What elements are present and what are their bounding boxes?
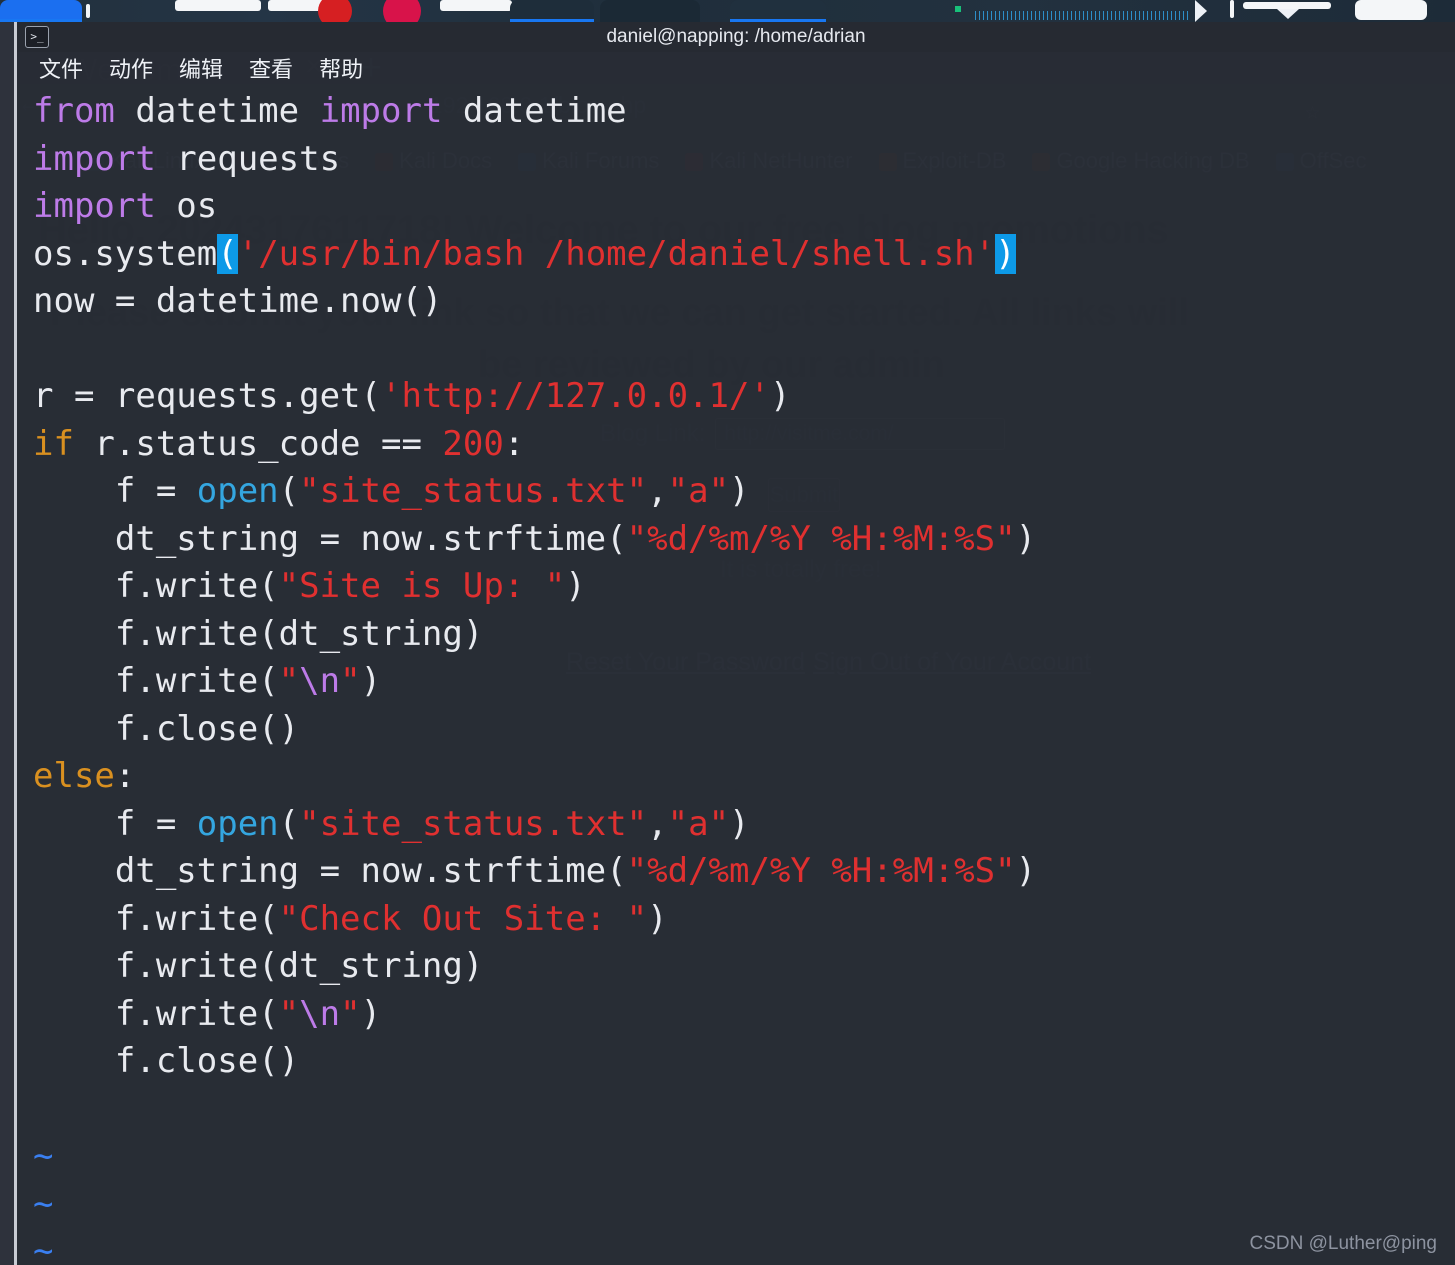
vim-code-line: r = requests.get('http://127.0.0.1/')	[33, 376, 791, 416]
vim-code-line: os.system('/usr/bin/bash /home/daniel/sh…	[33, 233, 1016, 274]
screenshot-root: Welcome × + ← → ↻ ⌂ ⚬ ☉ 192.168.0.1/blog…	[0, 0, 1455, 1265]
vim-code-line: from datetime import datetime	[33, 91, 627, 131]
chevron-down-icon	[1277, 9, 1299, 19]
tab-thumb-6	[1355, 0, 1427, 20]
menu-edit[interactable]: 编辑	[179, 52, 223, 84]
vim-code-line: f = open("site_status.txt","a")	[33, 803, 750, 844]
vim-code-line: f.close()	[33, 1041, 300, 1081]
tab-chip-2	[510, 0, 594, 22]
vim-editor-buffer[interactable]: from datetime import datetime import requ…	[17, 84, 1455, 1265]
terminal-window[interactable]: >_ daniel@napping: /home/adrian 文件 动作 编辑…	[14, 22, 1455, 1265]
vim-code-line: f.write("\n")	[33, 993, 382, 1034]
vim-empty-line-marker: ~	[33, 1183, 54, 1224]
menu-view[interactable]: 查看	[249, 52, 293, 84]
vim-code-line: f.write(dt_string)	[33, 613, 484, 654]
matching-paren-highlight: (	[217, 233, 238, 274]
vim-code-line: else:	[33, 756, 136, 796]
vim-code-line: dt_string = now.strftime("%d/%m/%Y %H:%M…	[33, 518, 1037, 559]
vim-empty-line-marker: ~	[33, 1231, 54, 1265]
vim-code-line: f.write(dt_string)	[33, 946, 484, 986]
vim-code-line	[33, 326, 1455, 374]
tab-divider	[1230, 0, 1234, 18]
terminal-menu-bar[interactable]: 文件 动作 编辑 查看 帮助	[17, 52, 1455, 84]
vim-code-line	[33, 1086, 1455, 1134]
tab-dot-pink	[383, 0, 421, 22]
watermark: CSDN @Luther@ping	[1249, 1233, 1438, 1254]
audio-spectrum	[975, 11, 1190, 20]
tab-thumb-5	[1243, 2, 1331, 9]
menu-file[interactable]: 文件	[39, 52, 83, 84]
tab-chip-3	[600, 0, 700, 22]
matching-paren-highlight: )	[995, 233, 1016, 274]
vim-empty-line-marker: ~	[33, 1136, 54, 1176]
tab-chip-4	[730, 0, 826, 22]
browser-tab-strip	[0, 0, 1455, 22]
vim-code-line: f.write("Check Out Site: ")	[33, 898, 668, 939]
vim-code-line: import requests	[33, 138, 341, 179]
menu-help[interactable]: 帮助	[319, 52, 363, 84]
tab-thumb-1	[175, 0, 261, 11]
vim-code-line: if r.status_code == 200:	[33, 423, 525, 464]
tab-dot-red	[318, 0, 352, 22]
tab-chip-active	[0, 0, 82, 22]
vim-code-line: f.write("\n")	[33, 661, 382, 701]
vim-code-line: f.write("Site is Up: ")	[33, 566, 586, 606]
play-triangle-icon	[1195, 0, 1207, 22]
tab-thumb-3	[440, 0, 512, 11]
terminal-title-bar: >_ daniel@napping: /home/adrian	[17, 22, 1455, 52]
vim-code-line: f.close()	[33, 708, 300, 749]
terminal-icon: >_	[25, 26, 49, 48]
vim-code-line: f = open("site_status.txt","a")	[33, 471, 750, 511]
vim-code-line: now = datetime.now()	[33, 281, 443, 321]
terminal-title: daniel@napping: /home/adrian	[606, 26, 866, 47]
vim-code-line: import os	[33, 186, 218, 226]
menu-actions[interactable]: 动作	[109, 52, 153, 84]
status-dot-green	[955, 6, 961, 12]
vim-code-line: dt_string = now.strftime("%d/%m/%Y %H:%M…	[33, 851, 1037, 891]
tab-caret	[86, 4, 90, 18]
tab-thumb-2	[268, 0, 326, 11]
